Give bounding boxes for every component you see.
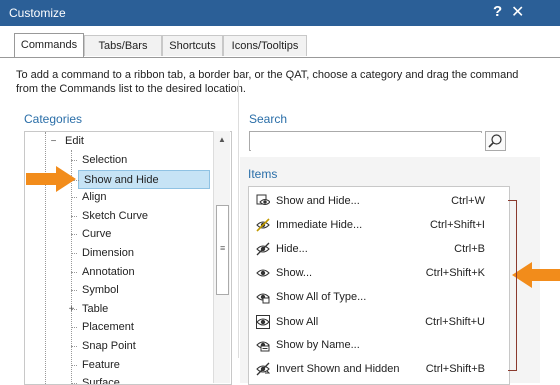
tree-item-label: Feature xyxy=(82,358,120,371)
expand-icon[interactable]: + xyxy=(67,304,76,314)
item-row[interactable]: Show All Ctrl+Shift+U xyxy=(253,312,505,332)
tree-branch-line xyxy=(71,346,77,347)
tree-branch-line xyxy=(71,290,77,292)
pane-divider xyxy=(238,80,239,358)
collapse-icon[interactable]: − xyxy=(49,137,58,147)
item-row[interactable]: Immediate Hide... Ctrl+Shift+I xyxy=(253,215,505,235)
tree-branch-line xyxy=(71,364,77,366)
tree-item-label: Sketch Curve xyxy=(82,209,149,222)
item-shortcut: Ctrl+Shift+U xyxy=(425,316,485,328)
item-shortcut: Ctrl+W xyxy=(451,195,485,207)
search-button[interactable] xyxy=(485,131,506,151)
show-all-type-icon xyxy=(256,290,270,304)
tree-item-label: Symbol xyxy=(82,284,119,297)
tab-divider xyxy=(0,57,560,58)
item-label: Hide... xyxy=(276,243,308,255)
show-by-name-icon xyxy=(256,338,270,352)
categories-label: Categories xyxy=(24,112,83,126)
show-icon xyxy=(256,266,270,280)
invert-icon xyxy=(256,362,271,376)
item-row[interactable]: Show... Ctrl+Shift+K xyxy=(253,263,505,283)
tree-branch-line xyxy=(71,271,77,273)
title-bar: Customize ? ✕ xyxy=(0,0,560,26)
scroll-thumb[interactable]: ≡ xyxy=(216,205,229,295)
item-label: Show... xyxy=(276,267,313,279)
tab-icons-tooltips[interactable]: Icons/Tooltips xyxy=(223,35,307,56)
tree-item-label: Selection xyxy=(82,154,128,166)
tree-item-label: Curve xyxy=(82,228,112,241)
item-row[interactable]: Hide... Ctrl+B xyxy=(253,239,505,259)
help-button[interactable]: ? xyxy=(493,3,502,20)
tree-item-label: Edit xyxy=(65,135,84,147)
close-button[interactable]: ✕ xyxy=(511,2,524,22)
search-label: Search xyxy=(249,112,288,126)
item-label: Show All xyxy=(276,316,319,328)
tree-item-label: Snap Point xyxy=(82,340,136,352)
item-row[interactable]: Invert Shown and Hidden Ctrl+Shift+B xyxy=(253,359,505,379)
window-title: Customize xyxy=(9,6,66,20)
item-row[interactable]: Show and Hide... Ctrl+W xyxy=(253,191,505,211)
tree-branch-line xyxy=(71,253,77,254)
tree-item-show-and-hide[interactable]: Show and Hide xyxy=(73,169,210,189)
items-bracket xyxy=(508,200,517,371)
items-list[interactable]: Show and Hide... Ctrl+W Immediate Hide... C… xyxy=(248,186,510,385)
grip-icon: ≡ xyxy=(220,243,226,253)
tree-item-label: Surface xyxy=(82,377,120,385)
tree-item-label: Dimension xyxy=(82,247,134,259)
instructions-text: To add a command to a ribbon tab, a bord… xyxy=(16,69,519,95)
tree-item-label: Placement xyxy=(82,321,134,334)
item-shortcut: Ctrl+Shift+K xyxy=(425,267,485,279)
item-label: Show by Name... xyxy=(276,339,360,351)
tree-branch-line xyxy=(71,160,77,161)
item-label: Invert Shown and Hidden xyxy=(276,363,400,375)
tree-item-label: Align xyxy=(82,191,107,204)
tab-commands[interactable]: Commands xyxy=(14,33,84,57)
categories-scrollbar[interactable]: ▲ ≡ xyxy=(213,131,230,383)
tab-shortcuts[interactable]: Shortcuts xyxy=(162,35,223,56)
search-input[interactable] xyxy=(249,131,483,151)
search-icon xyxy=(488,134,502,148)
tree-item-label: Annotation xyxy=(82,265,135,278)
item-row[interactable]: Show All of Type... xyxy=(253,287,505,307)
tree-item-label: Show and Hide xyxy=(84,173,159,186)
item-row[interactable]: Show by Name... xyxy=(253,335,505,355)
item-label: Show All of Type... xyxy=(276,291,367,303)
show-all-icon xyxy=(256,315,270,329)
callout-arrow-right xyxy=(512,262,560,288)
items-label: Items xyxy=(248,167,278,181)
item-label: Immediate Hide... xyxy=(276,219,363,231)
item-shortcut: Ctrl+B xyxy=(454,243,485,255)
tree-item-label: Table xyxy=(82,302,109,315)
tree-branch-line xyxy=(71,234,77,236)
search-input-field[interactable] xyxy=(251,133,483,151)
item-shortcut: Ctrl+Shift+B xyxy=(425,363,485,375)
tree-branch-line xyxy=(71,197,77,199)
hide-icon xyxy=(256,242,270,256)
item-label: Show and Hide... xyxy=(276,195,360,207)
show-hide-icon xyxy=(256,194,271,208)
callout-arrow-left xyxy=(26,166,76,192)
tree-branch-line xyxy=(71,215,77,217)
immediate-hide-icon xyxy=(256,218,270,232)
tree-branch-line xyxy=(71,327,77,329)
item-shortcut: Ctrl+Shift+I xyxy=(429,219,485,231)
tab-tabs-bars[interactable]: Tabs/Bars xyxy=(84,35,162,56)
scroll-up-icon[interactable]: ▲ xyxy=(218,135,226,144)
